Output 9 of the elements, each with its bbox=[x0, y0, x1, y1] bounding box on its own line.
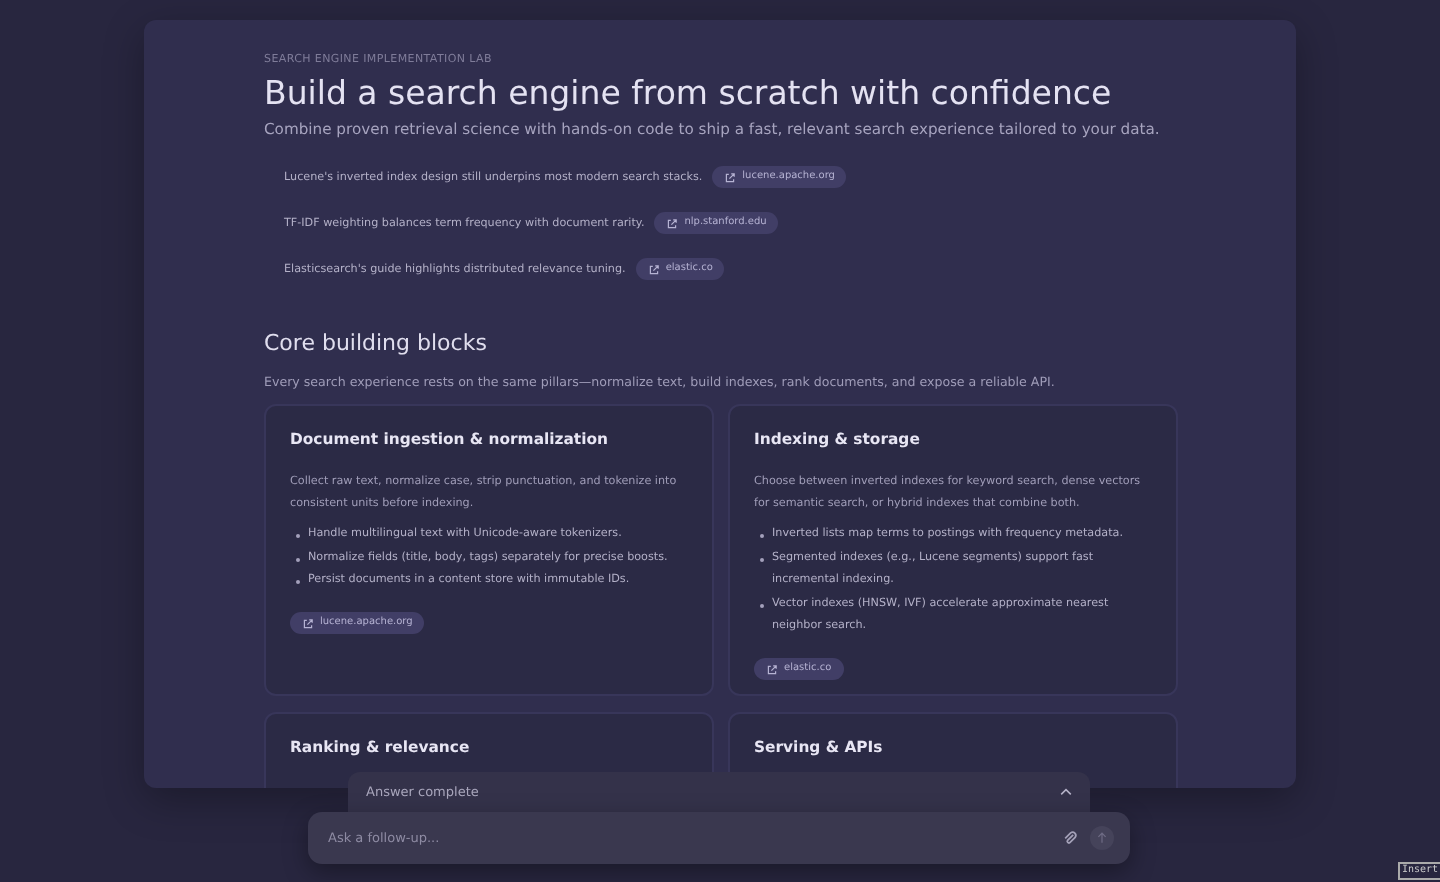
expand-chevron-icon[interactable] bbox=[1060, 788, 1072, 796]
section-heading: Core building blocks bbox=[264, 330, 489, 356]
external-link-icon bbox=[724, 171, 737, 183]
page-title: Build a search engine from scratch with confidence bbox=[264, 72, 1114, 116]
external-link-icon bbox=[647, 263, 660, 275]
external-link-icon bbox=[766, 663, 778, 675]
paperclip-icon[interactable] bbox=[1062, 830, 1078, 846]
external-link-icon bbox=[302, 617, 314, 629]
external-link-icon bbox=[666, 217, 679, 229]
